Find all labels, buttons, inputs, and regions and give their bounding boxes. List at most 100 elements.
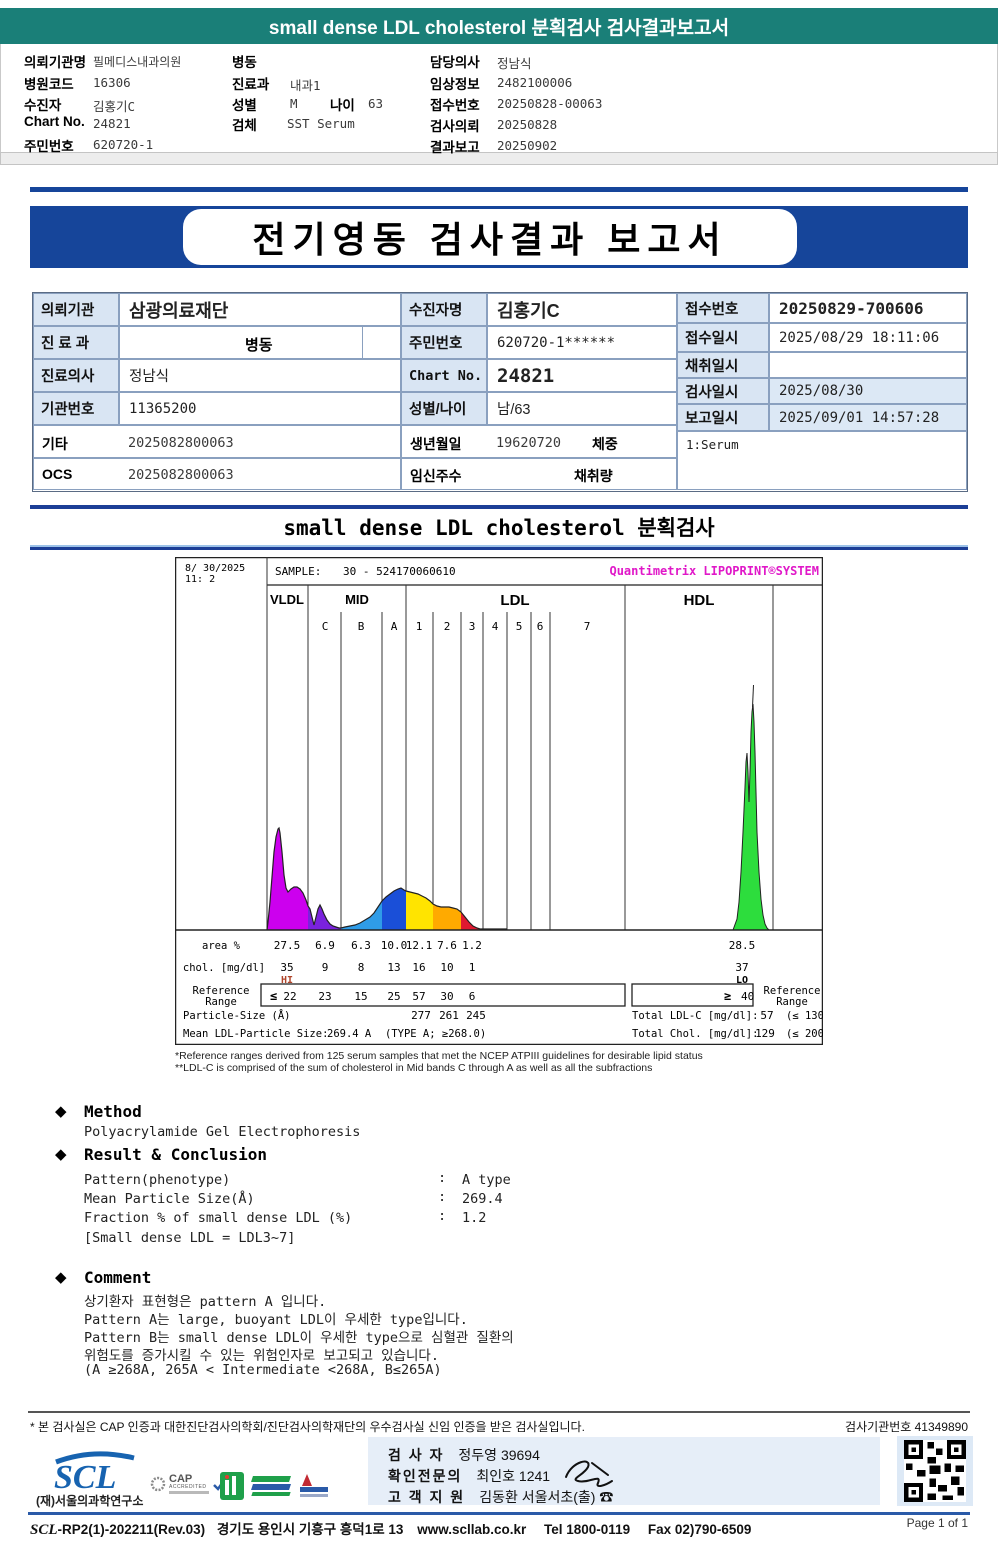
field-value: 20250902 xyxy=(497,138,558,153)
row-pregnancy: 임신주수 채취량 xyxy=(401,458,677,490)
lab-number: 검사기관번호 41349890 xyxy=(845,1420,968,1434)
eqa-stripe xyxy=(251,1476,291,1482)
cell-label: 생년월일 xyxy=(410,436,462,452)
cell-divider xyxy=(362,327,363,358)
ref-le-sign: ≤ xyxy=(270,989,277,1003)
footer-blue-rule xyxy=(28,1512,970,1515)
field-value: 필메디스내과의원 xyxy=(93,55,182,69)
cell-label: 채취일시 xyxy=(677,352,769,378)
field-label: 나이 xyxy=(330,98,355,113)
chol-value: 8 xyxy=(358,961,365,974)
cell-label: 접수일시 xyxy=(677,323,769,352)
field-value: 20250828 xyxy=(497,117,558,132)
ref-label-left-2: Range xyxy=(205,996,237,1008)
ref-hdl-min: 40 xyxy=(741,990,754,1003)
result-note: [Small dense LDL = LDL3~7] xyxy=(84,1230,296,1246)
page-indicator: Page 1 of 1 xyxy=(906,1516,968,1530)
cell-value: 2025/08/30 xyxy=(769,378,967,404)
cell-label: 성별/나이 xyxy=(401,392,487,425)
field-value: 정남식 xyxy=(497,56,532,71)
cell-value: 2025082800063 xyxy=(128,435,234,451)
cell-label: 주민번호 xyxy=(401,326,487,359)
diamond-icon: ◆ xyxy=(55,1269,67,1286)
lab-address: 경기도 용인시 기흥구 흥덕1로 13 xyxy=(216,1522,404,1537)
diamond-icon: ◆ xyxy=(55,1103,67,1120)
result-item-label: Pattern(phenotype) xyxy=(84,1172,231,1188)
eqa-stripe xyxy=(251,1484,291,1490)
cell-value: 2025/09/01 14:57:28 xyxy=(769,404,967,431)
area-value: 7.6 xyxy=(437,939,457,952)
kolas-green-logo xyxy=(220,1472,244,1500)
cap-logo-text: CAP xyxy=(169,1473,193,1485)
cell-value: 2025/08/29 18:11:06 xyxy=(769,323,967,352)
mean-type: (TYPE A; ≥268.0) xyxy=(385,1028,486,1040)
cell-value: 19620720 xyxy=(496,435,562,451)
ref-value: 22 xyxy=(283,990,296,1003)
doctor-signature xyxy=(565,1460,613,1488)
cell-value: 24821 xyxy=(487,359,677,392)
field-value: SST Serum xyxy=(287,116,355,131)
total-ldl-label: Total LDL-C [mg/dl]: xyxy=(632,1010,758,1022)
lab-tel: Tel 1800-0119 xyxy=(544,1522,631,1537)
field-label: 의뢰기관명 xyxy=(24,55,87,70)
sample-id: 30 - 524170060610 xyxy=(343,565,456,578)
field-label: Chart No. xyxy=(24,114,85,129)
serum-note-cell: 1:Serum xyxy=(677,431,967,490)
staff-name: 정두영 39694 xyxy=(458,1447,540,1463)
cell-value: 620720-1****** xyxy=(487,326,677,359)
header-divider-strip xyxy=(0,152,998,165)
green-logo-bar xyxy=(232,1476,236,1495)
serum-note: 1:Serum xyxy=(686,437,739,452)
mean-value: 269.4 A xyxy=(327,1028,372,1040)
mean-row-label: Mean LDL-Particle Size: xyxy=(183,1028,328,1040)
field-value: 63 xyxy=(368,96,384,111)
staff-role: 확인전문의 xyxy=(388,1468,463,1484)
cell-value: 정남식 xyxy=(119,359,401,392)
order-info-table: 의뢰기관 삼광의료재단 수진자명 김홍기C 진 료 과 병동 주민번호 6207… xyxy=(32,292,968,492)
sample-label: SAMPLE: xyxy=(275,565,321,578)
result-item-value: 1.2 xyxy=(462,1210,487,1226)
cell-label: 진 료 과 xyxy=(33,326,119,359)
field-label: 병원코드 xyxy=(24,77,74,92)
subband-7: 7 xyxy=(584,620,591,633)
cell-value: 병동 xyxy=(119,326,401,359)
total-chol-label: Total Chol. [mg/dl]: xyxy=(632,1028,758,1040)
comment-heading: Comment xyxy=(84,1268,152,1287)
lipoprint-chart: 8/ 30/2025 11: 2 SAMPLE: 30 - 5241700606… xyxy=(174,556,830,1046)
footnote-1: *Reference ranges derived from 125 serum… xyxy=(175,1050,703,1062)
chart-date: 8/ 30/2025 xyxy=(185,563,245,574)
field-label: 성별 xyxy=(232,98,257,113)
cell-value: 삼광의료재단 xyxy=(119,293,401,326)
cell-label: Chart No. xyxy=(401,359,487,392)
result-item-label: Mean Particle Size(Å) xyxy=(84,1191,255,1207)
total-chol-ref: (≤ 200) xyxy=(786,1028,823,1040)
chol-value: 35 xyxy=(280,961,293,974)
staff-row: 확인전문의 최인호 1241 xyxy=(388,1466,550,1486)
result-item-label: Fraction % of small dense LDL (%) xyxy=(84,1210,353,1226)
chol-row-label: chol. [mg/dl] xyxy=(183,962,265,974)
field-value: M xyxy=(290,96,298,111)
report-header-bar: small dense LDL cholesterol 분획검사 검사결과보고서 xyxy=(0,8,998,44)
area-value: 28.5 xyxy=(729,939,756,952)
lab-website: www.scllab.co.kr xyxy=(417,1522,527,1537)
field-value: 24821 xyxy=(93,116,131,131)
subband-b: B xyxy=(358,620,365,633)
cell-label: OCS xyxy=(42,466,73,482)
result-heading: Result & Conclusion xyxy=(84,1145,268,1164)
report-title-bar: 전기영동 검사결과 보고서 xyxy=(30,206,968,268)
cell-label: 의뢰기관 xyxy=(33,293,119,326)
chart-time: 11: 2 xyxy=(185,574,215,585)
result-item-value: A type xyxy=(462,1172,511,1188)
subband-5: 5 xyxy=(516,620,523,633)
chol-value: 9 xyxy=(322,961,329,974)
qr-code xyxy=(897,1436,973,1506)
result-colon: : xyxy=(438,1189,447,1205)
ref-ge-sign: ≥ xyxy=(724,989,731,1003)
field-value: 내과1 xyxy=(290,78,321,93)
scl-subtitle: (재)서울의과학연구소 xyxy=(36,1494,144,1508)
band-label-mid: MID xyxy=(345,592,369,607)
cell-value: 11365200 xyxy=(119,392,401,425)
ref-value: 23 xyxy=(318,990,331,1003)
staff-signature-box: 검 사 자 정두영 39694 확인전문의 최인호 1241 고 객 지 원 김동환 … xyxy=(368,1437,880,1505)
staff-name: 최인호 1241 xyxy=(476,1468,551,1484)
